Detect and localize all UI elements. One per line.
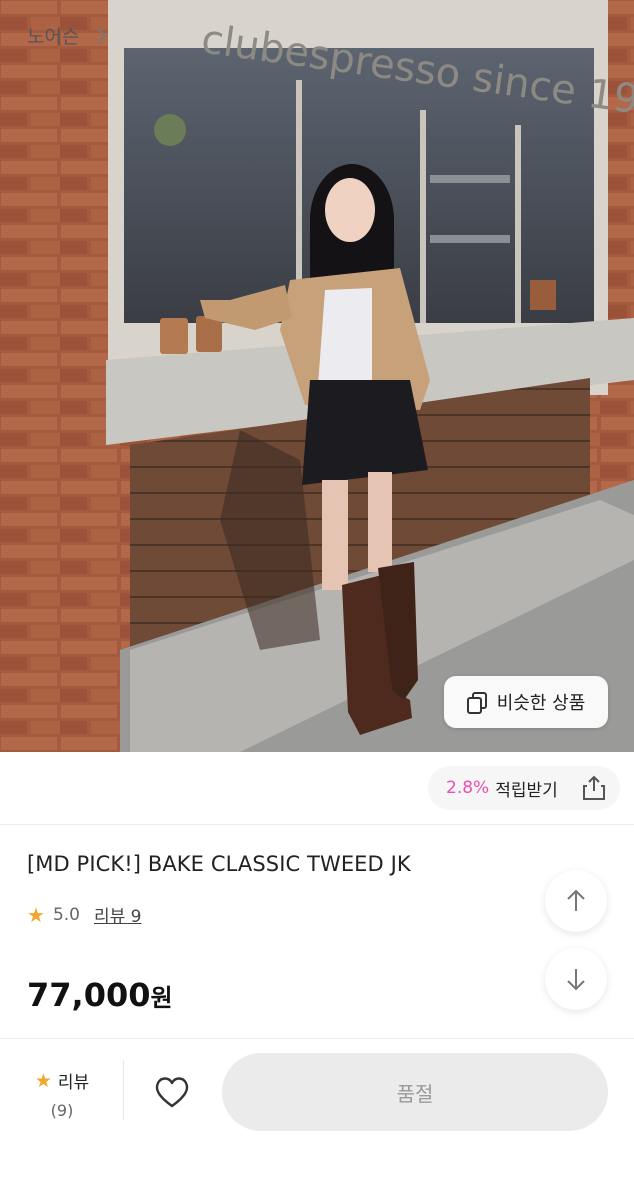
- star-icon: ★: [27, 902, 45, 927]
- divider: [123, 1060, 124, 1120]
- product-photo-illustration: clubespresso since 1990: [0, 0, 634, 752]
- arrow-down-icon: [567, 969, 585, 991]
- brand-link[interactable]: 노어슨: [27, 22, 107, 49]
- product-image[interactable]: clubespresso since 1990 비슷한 상품: [0, 0, 634, 752]
- soldout-button[interactable]: 품절: [222, 1053, 608, 1131]
- review-tab-label: 리뷰: [57, 1073, 90, 1093]
- reward-label: 적립받기: [495, 780, 558, 801]
- price-currency: 원: [150, 984, 173, 1012]
- star-icon: ★: [34, 1069, 52, 1092]
- price-value: 77,000: [27, 976, 151, 1014]
- chevron-right-icon: [91, 27, 107, 44]
- review-tab[interactable]: ★ 리뷰 (9): [30, 1068, 94, 1121]
- brand-name: 노어슨: [27, 26, 80, 48]
- rating-value: 5.0: [52, 904, 80, 925]
- similar-products-button[interactable]: 비슷한 상품: [444, 676, 608, 728]
- scroll-down-button[interactable]: [545, 948, 607, 1010]
- review-link[interactable]: 리뷰 9: [94, 902, 142, 927]
- wishlist-button[interactable]: [152, 1072, 192, 1112]
- scroll-up-button[interactable]: [545, 870, 607, 932]
- price: 77,000원: [27, 976, 173, 1014]
- similar-products-label: 비슷한 상품: [496, 693, 586, 714]
- rating-row: ★ 5.0 리뷰 9: [27, 902, 142, 928]
- soldout-label: 품절: [396, 1081, 434, 1106]
- product-title: [MD PICK!] BAKE CLASSIC TWEED JK: [27, 852, 411, 876]
- share-icon[interactable]: [582, 775, 606, 801]
- reward-rate: 2.8%: [446, 778, 490, 798]
- arrow-up-icon: [567, 889, 585, 911]
- copy-icon: [466, 692, 487, 714]
- review-tab-count: (9): [50, 1101, 74, 1120]
- reward-button[interactable]: 2.8% 적립받기: [428, 766, 620, 810]
- heart-icon: [155, 1077, 189, 1108]
